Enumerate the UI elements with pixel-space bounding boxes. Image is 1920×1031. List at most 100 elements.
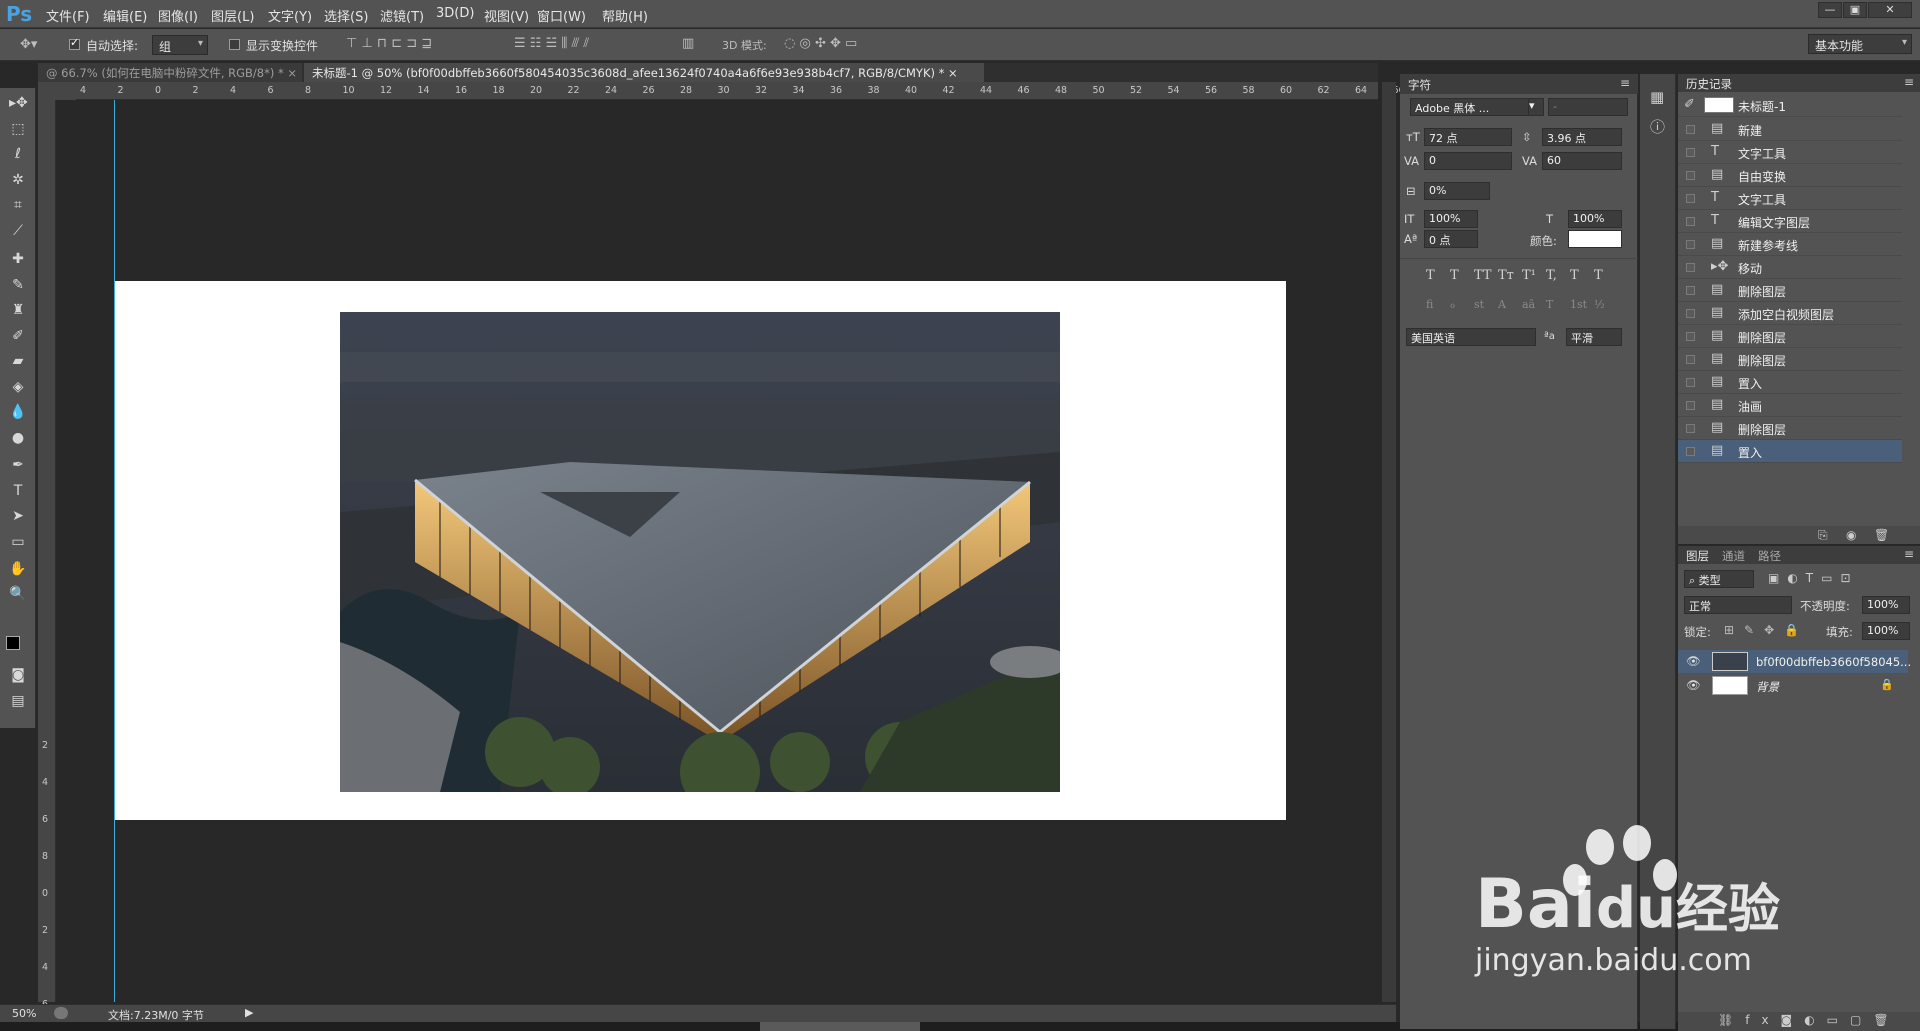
- zoom-level[interactable]: 50%: [12, 1007, 36, 1020]
- history-item[interactable]: ▤ 添加空白视频图层: [1678, 302, 1902, 325]
- menu-item[interactable]: 帮助(H): [602, 6, 648, 25]
- history-source-checkbox[interactable]: [1686, 125, 1695, 134]
- opentype-button[interactable]: aā: [1522, 298, 1535, 311]
- history-item[interactable]: ▸✥ 移动: [1678, 256, 1902, 279]
- menu-item[interactable]: 图像(I): [158, 6, 198, 25]
- close-icon[interactable]: ×: [287, 66, 297, 80]
- hand-tool-icon[interactable]: ✋: [9, 560, 27, 578]
- lock-icons[interactable]: ⊞✎✥🔒: [1724, 623, 1809, 637]
- info-panel-icon[interactable]: ⓘ: [1650, 116, 1665, 137]
- trash-icon[interactable]: 🗑: [1874, 528, 1889, 542]
- history-item[interactable]: ▤ 删除图层: [1678, 325, 1902, 348]
- baseline-field[interactable]: 0 点: [1424, 230, 1478, 248]
- move-tool-icon[interactable]: ✥▾: [20, 37, 37, 52]
- style-button[interactable]: T: [1594, 268, 1603, 283]
- style-button[interactable]: T¹: [1522, 268, 1536, 283]
- style-button[interactable]: Tт: [1498, 268, 1514, 283]
- history-item[interactable]: ▤ 置入: [1678, 371, 1902, 394]
- history-source-checkbox[interactable]: [1686, 355, 1695, 364]
- eyedropper-icon[interactable]: ⟋: [9, 222, 27, 240]
- layer-filter-dropdown[interactable]: ⌕ 类型: [1684, 570, 1754, 588]
- font-style-dropdown[interactable]: -: [1548, 98, 1628, 116]
- screen-mode-icon[interactable]: ▤: [9, 692, 27, 710]
- history-source-checkbox[interactable]: [1686, 447, 1695, 456]
- dodge-tool-icon[interactable]: ●: [9, 429, 27, 447]
- menu-item[interactable]: 编辑(E): [103, 6, 147, 25]
- history-item[interactable]: T 文字工具: [1678, 141, 1902, 164]
- 3d-tools-icon[interactable]: ◌ ◎ ✣ ✥ ▭: [784, 36, 857, 51]
- history-source-checkbox[interactable]: [1686, 286, 1695, 295]
- auto-select-dropdown[interactable]: 组: [152, 35, 208, 55]
- horizontal-scroll-thumb[interactable]: [760, 1022, 920, 1031]
- vertical-ruler[interactable]: 24680246: [38, 100, 56, 1010]
- crop-tool-icon[interactable]: ⌗: [9, 196, 27, 214]
- menu-item[interactable]: 图层(L): [211, 6, 254, 25]
- fill-field[interactable]: 100%: [1862, 622, 1910, 640]
- blur-tool-icon[interactable]: 💧: [9, 403, 27, 421]
- opentype-button[interactable]: st: [1474, 298, 1484, 311]
- eraser-icon[interactable]: ▰: [9, 352, 27, 370]
- history-item[interactable]: ▤ 油画: [1678, 394, 1902, 417]
- restore-button[interactable]: ▣: [1843, 2, 1867, 18]
- history-item[interactable]: ▤ 新建: [1678, 118, 1902, 141]
- layer-row-background[interactable]: 👁 背景 🔒: [1678, 674, 1908, 697]
- tab-document-1[interactable]: @ 66.7% (如何在电脑中粉碎文件, RGB/8*) * ×: [38, 63, 302, 82]
- tab-character[interactable]: 字符: [1408, 77, 1431, 93]
- tab-layers[interactable]: 图层: [1686, 548, 1709, 564]
- history-brush-icon[interactable]: ✐: [1684, 97, 1695, 112]
- font-size-field[interactable]: 72 点: [1424, 128, 1512, 146]
- move-tool-icon[interactable]: ▸✥: [9, 94, 28, 112]
- opentype-button[interactable]: T: [1546, 298, 1553, 311]
- panel-menu-icon[interactable]: ≡: [1904, 547, 1914, 561]
- camera-icon[interactable]: ◉: [1846, 528, 1856, 542]
- history-source-checkbox[interactable]: [1686, 378, 1695, 387]
- history-source-checkbox[interactable]: [1686, 171, 1695, 180]
- opentype-button[interactable]: ℴ: [1450, 298, 1455, 311]
- history-source-checkbox[interactable]: [1686, 332, 1695, 341]
- align-buttons-icon[interactable]: ⊤ ⊥ ⊓ ⊏ ⊐ ⊒: [346, 36, 432, 51]
- close-icon[interactable]: ×: [948, 66, 958, 80]
- shape-tool-icon[interactable]: ▭: [9, 533, 27, 551]
- history-source-checkbox[interactable]: [1686, 309, 1695, 318]
- menu-item[interactable]: 文件(F): [46, 6, 90, 25]
- auto-align-icon[interactable]: ▥: [682, 36, 694, 51]
- menu-item[interactable]: 文字(Y): [268, 6, 312, 25]
- show-transform-checkbox[interactable]: [229, 39, 240, 50]
- history-item[interactable]: ▤ 删除图层: [1678, 417, 1902, 440]
- opentype-button[interactable]: ½: [1594, 298, 1605, 311]
- history-panel-icon[interactable]: ▦: [1650, 88, 1664, 106]
- filter-icons[interactable]: ▣◐T▭⊡: [1768, 571, 1859, 585]
- vertical-scale-field[interactable]: 100%: [1424, 210, 1478, 228]
- history-source-checkbox[interactable]: [1686, 148, 1695, 157]
- tab-paths[interactable]: 路径: [1758, 548, 1781, 564]
- workspace-dropdown[interactable]: 基本功能: [1808, 34, 1912, 54]
- lock-icon[interactable]: 🔒: [1880, 678, 1894, 691]
- minimize-button[interactable]: —: [1818, 2, 1842, 18]
- history-brush-icon[interactable]: ✐: [9, 327, 27, 345]
- pen-tool-icon[interactable]: ✒: [9, 456, 27, 474]
- kerning-field[interactable]: 0: [1424, 152, 1512, 170]
- panel-menu-icon[interactable]: ≡: [1620, 76, 1630, 90]
- language-dropdown[interactable]: 美国英语: [1406, 328, 1536, 346]
- auto-select-checkbox[interactable]: [69, 36, 80, 50]
- horizontal-ruler[interactable]: 4 2 0 2 4 6 8 10 12 14 16 18 20 22 24 26 28 30 32 34 36 38 40 4…: [76, 82, 1405, 100]
- history-item[interactable]: T 编辑文字图层: [1678, 210, 1902, 233]
- distribute-buttons-icon[interactable]: ☰ ☷ ☱ ⫼ ⫻ ⫽: [514, 36, 589, 51]
- leading-field[interactable]: 3.96 点: [1542, 128, 1622, 146]
- history-item[interactable]: ▤ 置入: [1678, 440, 1902, 463]
- quick-mask-icon[interactable]: ◙: [9, 666, 27, 684]
- opentype-button[interactable]: fi: [1426, 298, 1433, 311]
- foreground-color-swatch[interactable]: [6, 636, 20, 650]
- type-tool-icon[interactable]: T: [9, 482, 27, 500]
- close-button[interactable]: ✕: [1868, 2, 1912, 18]
- style-button[interactable]: T,: [1546, 268, 1557, 283]
- history-item[interactable]: ▤ 删除图层: [1678, 279, 1902, 302]
- history-source-checkbox[interactable]: [1686, 401, 1695, 410]
- menu-item[interactable]: 3D(D): [436, 6, 474, 21]
- opentype-button[interactable]: A: [1498, 298, 1506, 311]
- layer-row-photo[interactable]: 👁 bf0f00dbffeb3660f58045...: [1678, 650, 1911, 673]
- horizontal-scale-field[interactable]: 100%: [1568, 210, 1622, 228]
- history-item[interactable]: ▤ 删除图层: [1678, 348, 1902, 371]
- history-source-checkbox[interactable]: [1686, 424, 1695, 433]
- antialias-dropdown[interactable]: 平滑: [1566, 328, 1622, 346]
